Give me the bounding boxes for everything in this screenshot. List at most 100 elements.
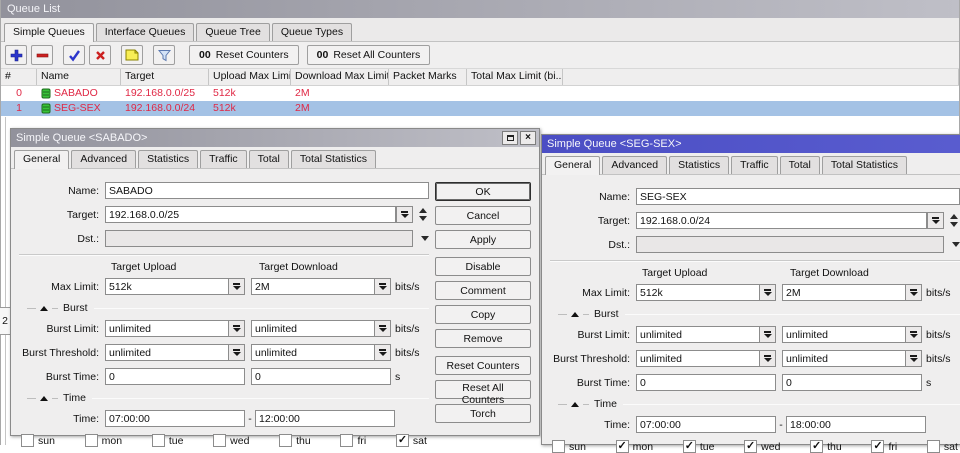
collapse-time-icon[interactable] <box>40 395 48 401</box>
burst-time-upload-field[interactable] <box>636 374 776 391</box>
burst-time-upload-field[interactable] <box>105 368 245 385</box>
tab-queue-types[interactable]: Queue Types <box>271 23 353 41</box>
day-checkbox-fri[interactable] <box>340 434 354 447</box>
burst-time-download-field[interactable] <box>251 368 391 385</box>
close-button[interactable]: × <box>520 131 536 145</box>
tab-total[interactable]: Total <box>779 156 820 174</box>
dropdown-button[interactable] <box>374 344 391 361</box>
burst-limit-upload-field[interactable] <box>636 326 759 343</box>
dropdown-button[interactable] <box>374 320 391 337</box>
disable-button[interactable]: Disable <box>435 257 531 276</box>
name-field[interactable] <box>105 182 429 199</box>
dst-dropdown-icon[interactable] <box>952 242 960 247</box>
dialog-titlebar[interactable]: Simple Queue <SEG-SEX> <box>542 135 960 153</box>
filter-button[interactable] <box>153 45 175 65</box>
tab-total[interactable]: Total <box>248 150 289 168</box>
tab-simple-queues[interactable]: Simple Queues <box>4 23 94 42</box>
dropdown-button[interactable] <box>759 350 776 367</box>
disable-button[interactable] <box>89 45 111 65</box>
table-row[interactable]: 0 SABADO 192.168.0.0/25 512k 2M <box>1 86 959 101</box>
tab-advanced[interactable]: Advanced <box>602 156 668 174</box>
day-checkbox-thu[interactable]: ✓ <box>810 440 824 453</box>
tab-total-statistics[interactable]: Total Statistics <box>821 156 907 174</box>
tab-total-statistics[interactable]: Total Statistics <box>290 150 376 168</box>
burst-threshold-upload-field[interactable] <box>636 350 759 367</box>
max-limit-upload-field[interactable] <box>636 284 759 301</box>
time-to-field[interactable] <box>255 410 395 427</box>
day-checkbox-sun[interactable] <box>552 440 565 453</box>
day-checkbox-wed[interactable] <box>213 434 227 447</box>
burst-limit-download-field[interactable] <box>251 320 374 337</box>
queue-list-titlebar[interactable]: Queue List <box>1 0 959 18</box>
ok-button[interactable]: OK <box>435 182 531 201</box>
comment-button[interactable] <box>121 45 143 65</box>
max-limit-upload-field[interactable] <box>105 278 228 295</box>
day-checkbox-mon[interactable] <box>84 434 98 447</box>
torch-button[interactable]: Torch <box>435 404 531 423</box>
day-checkbox-wed[interactable]: ✓ <box>744 440 758 453</box>
reset-counters-button[interactable]: 00 Reset Counters <box>189 45 299 65</box>
tab-queue-tree[interactable]: Queue Tree <box>196 23 270 41</box>
dropdown-button[interactable] <box>905 350 922 367</box>
collapse-burst-icon[interactable] <box>40 305 48 311</box>
column-header-total-max-limit-bi[interactable]: Total Max Limit (bi... <box>467 69 563 85</box>
target-dropdown-button[interactable] <box>927 212 944 229</box>
target-field[interactable] <box>105 206 396 223</box>
enable-button[interactable] <box>63 45 85 65</box>
column-header-upload-max-limit[interactable]: Upload Max Limit <box>209 69 291 85</box>
max-limit-download-field[interactable] <box>251 278 374 295</box>
day-checkbox-sat[interactable] <box>926 440 940 453</box>
name-field[interactable] <box>636 188 960 205</box>
column-header-packet-marks[interactable]: Packet Marks <box>389 69 467 85</box>
apply-button[interactable]: Apply <box>435 230 531 249</box>
burst-threshold-upload-field[interactable] <box>105 344 228 361</box>
dropdown-button[interactable] <box>228 344 245 361</box>
tab-traffic[interactable]: Traffic <box>731 156 778 174</box>
dropdown-button[interactable] <box>374 278 391 295</box>
reset-all-counters-button[interactable]: Reset All Counters <box>435 380 531 406</box>
dropdown-button[interactable] <box>759 284 776 301</box>
day-checkbox-sat[interactable]: ✓ <box>395 434 409 447</box>
target-dropdown-button[interactable] <box>396 206 413 223</box>
collapse-time-icon[interactable] <box>571 401 579 407</box>
remove-button[interactable] <box>31 45 53 65</box>
dropdown-button[interactable] <box>905 284 922 301</box>
add-button[interactable] <box>5 45 27 65</box>
dst-dropdown-icon[interactable] <box>421 236 429 241</box>
column-header-spacer[interactable]: # <box>1 69 37 85</box>
cancel-button[interactable]: Cancel <box>435 206 531 225</box>
dropdown-button[interactable] <box>228 320 245 337</box>
column-header-target[interactable]: Target <box>121 69 209 85</box>
collapse-burst-icon[interactable] <box>571 311 579 317</box>
maximize-button[interactable] <box>502 131 518 145</box>
burst-limit-download-field[interactable] <box>782 326 905 343</box>
tab-general[interactable]: General <box>545 156 601 175</box>
remove-button[interactable]: Remove <box>435 329 531 348</box>
target-add-remove-spinner[interactable] <box>947 212 960 229</box>
day-checkbox-tue[interactable] <box>151 434 165 447</box>
column-header-spacer[interactable] <box>563 69 959 85</box>
tab-statistics[interactable]: Statistics <box>138 150 199 168</box>
reset-counters-button[interactable]: Reset Counters <box>435 356 531 375</box>
column-header-download-max-limit[interactable]: Download Max Limit <box>291 69 389 85</box>
day-checkbox-thu[interactable] <box>279 434 293 447</box>
tab-statistics[interactable]: Statistics <box>669 156 730 174</box>
burst-threshold-download-field[interactable] <box>782 350 905 367</box>
tab-interface-queues[interactable]: Interface Queues <box>95 23 195 41</box>
tab-traffic[interactable]: Traffic <box>200 150 247 168</box>
day-checkbox-sun[interactable] <box>21 434 34 447</box>
tab-general[interactable]: General <box>14 150 70 169</box>
target-add-remove-spinner[interactable] <box>416 206 429 223</box>
comment-button[interactable]: Comment <box>435 281 531 300</box>
reset-all-counters-button[interactable]: 00 Reset All Counters <box>306 45 431 65</box>
burst-limit-upload-field[interactable] <box>105 320 228 337</box>
burst-time-download-field[interactable] <box>782 374 922 391</box>
dialog-titlebar[interactable]: Simple Queue <SABADO> × <box>11 129 539 147</box>
dropdown-button[interactable] <box>905 326 922 343</box>
max-limit-download-field[interactable] <box>782 284 905 301</box>
target-field[interactable] <box>636 212 927 229</box>
burst-threshold-download-field[interactable] <box>251 344 374 361</box>
table-row[interactable]: 1 SEG-SEX 192.168.0.0/24 512k 2M <box>1 101 959 116</box>
day-checkbox-mon[interactable]: ✓ <box>615 440 629 453</box>
dropdown-button[interactable] <box>759 326 776 343</box>
